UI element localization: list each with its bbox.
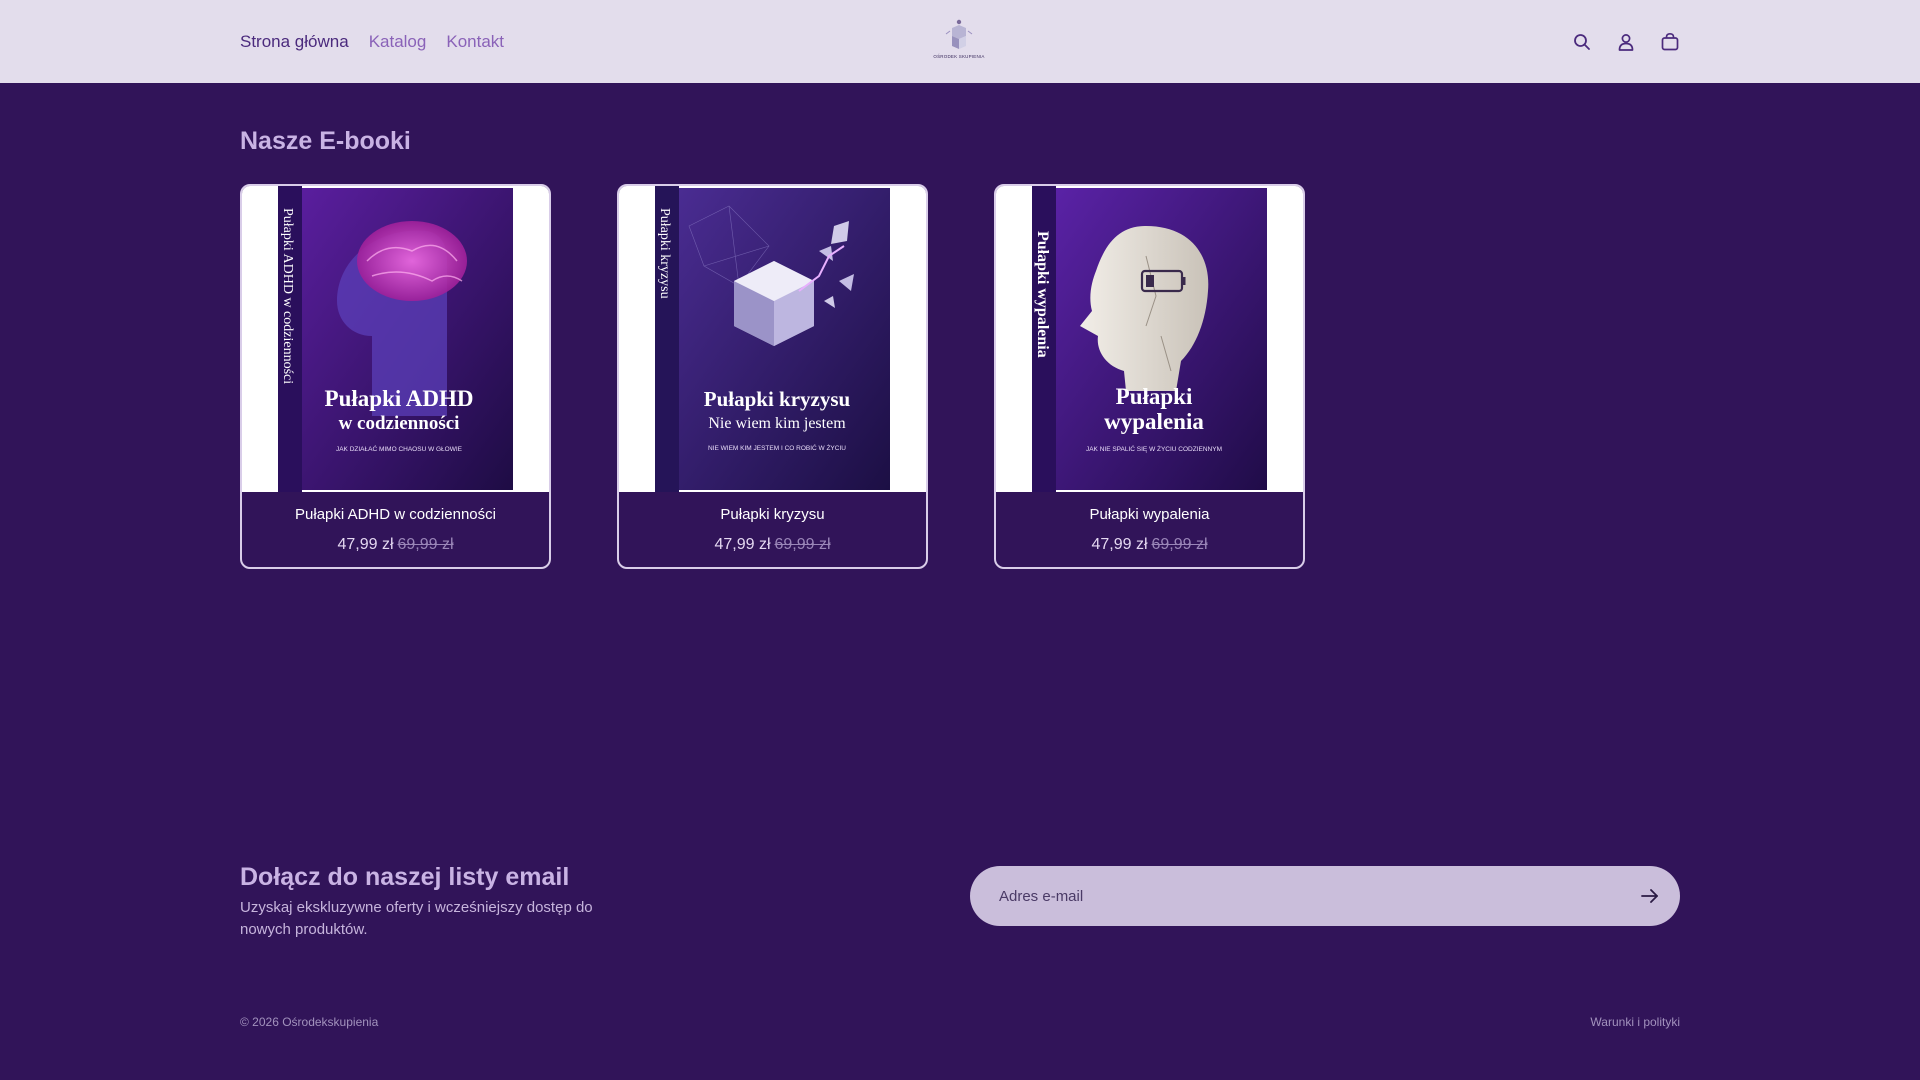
product-card[interactable]: Pułapki wypalenia JAK NIE SPALIĆ SIĘ W Ż… [994, 184, 1305, 569]
policies-link[interactable]: Warunki i polityki [1590, 1015, 1680, 1029]
product-card[interactable]: Pułapki kryzysu Nie wiem kim jestem NIE … [617, 184, 928, 569]
cover-subtitle: Nie wiem kim jestem [708, 415, 846, 432]
email-input[interactable] [970, 866, 1620, 926]
newsletter-title: Dołącz do naszej listy email [240, 863, 570, 891]
price-current: 47,99 zł [714, 536, 771, 553]
cart-icon[interactable] [1660, 32, 1680, 52]
site-header: Strona główna Katalog Kontakt OŚRODEK SK… [0, 0, 1920, 83]
product-image[interactable]: Pułapki wypalenia JAK NIE SPALIĆ SIĘ W Ż… [996, 186, 1303, 492]
product-price: 47,99 zł 69,99 zł [619, 536, 926, 554]
product-grid: Pułapki ADHD w codzienności JAK DZIAŁAĆ … [240, 184, 1305, 569]
cover-tagline: JAK DZIAŁAĆ MIMO CHAOSU W GŁOWIE [336, 444, 463, 453]
price-old: 69,99 zł [774, 536, 831, 553]
product-title[interactable]: Pułapki kryzysu [619, 506, 926, 523]
cover-tagline: JAK NIE SPALIĆ SIĘ W ŻYCIU CODZIENNYM [1086, 444, 1222, 453]
price-old: 69,99 zł [1151, 536, 1208, 553]
product-image[interactable]: Pułapki kryzysu Nie wiem kim jestem NIE … [619, 186, 926, 492]
copyright: © 2026 Ośrodekskupienia [240, 1015, 379, 1029]
logo-text: OŚRODEK SKUPIENIA [933, 54, 985, 59]
cover-subtitle: wypalenia [1104, 409, 1204, 434]
header-actions [1572, 0, 1680, 83]
search-icon[interactable] [1572, 32, 1592, 52]
site-logo[interactable]: OŚRODEK SKUPIENIA [932, 16, 986, 62]
newsletter-form [970, 866, 1680, 926]
cover-spine: Pułapki wypalenia [1034, 231, 1051, 358]
price-old: 69,99 zł [397, 536, 454, 553]
logo-icon [945, 19, 973, 49]
cover-subtitle: w codzienności [339, 413, 460, 434]
cover-tagline: NIE WIEM KIM JESTEM I CO ROBIĆ W ŻYCIU [708, 443, 846, 452]
product-title[interactable]: Pułapki ADHD w codzienności [242, 506, 549, 523]
cover-title: Pułapki kryzysu [704, 387, 851, 411]
cover-spine: Pułapki ADHD w codzienności [280, 208, 295, 384]
product-image[interactable]: Pułapki ADHD w codzienności JAK DZIAŁAĆ … [242, 186, 549, 492]
product-title[interactable]: Pułapki wypalenia [996, 506, 1303, 523]
nav-contact[interactable]: Kontakt [446, 32, 504, 52]
product-price: 47,99 zł 69,99 zł [996, 536, 1303, 554]
nav-home[interactable]: Strona główna [240, 32, 349, 52]
subscribe-button[interactable] [1620, 866, 1680, 926]
product-price: 47,99 zł 69,99 zł [242, 536, 549, 554]
price-current: 47,99 zł [1091, 536, 1148, 553]
price-current: 47,99 zł [337, 536, 394, 553]
cover-spine: Pułapki kryzysu [657, 208, 672, 299]
product-card[interactable]: Pułapki ADHD w codzienności JAK DZIAŁAĆ … [240, 184, 551, 569]
nav-catalog[interactable]: Katalog [369, 32, 427, 52]
arrow-right-icon [1641, 889, 1658, 903]
cover-title: Pułapki [1116, 384, 1193, 409]
cover-title: Pułapki ADHD [325, 386, 474, 411]
section-title: Nasze E-booki [240, 127, 411, 155]
newsletter-subtitle: Uzyskaj ekskluzywne oferty i wcześniejsz… [240, 899, 593, 938]
main-nav: Strona główna Katalog Kontakt [240, 0, 504, 83]
account-icon[interactable] [1616, 32, 1636, 52]
